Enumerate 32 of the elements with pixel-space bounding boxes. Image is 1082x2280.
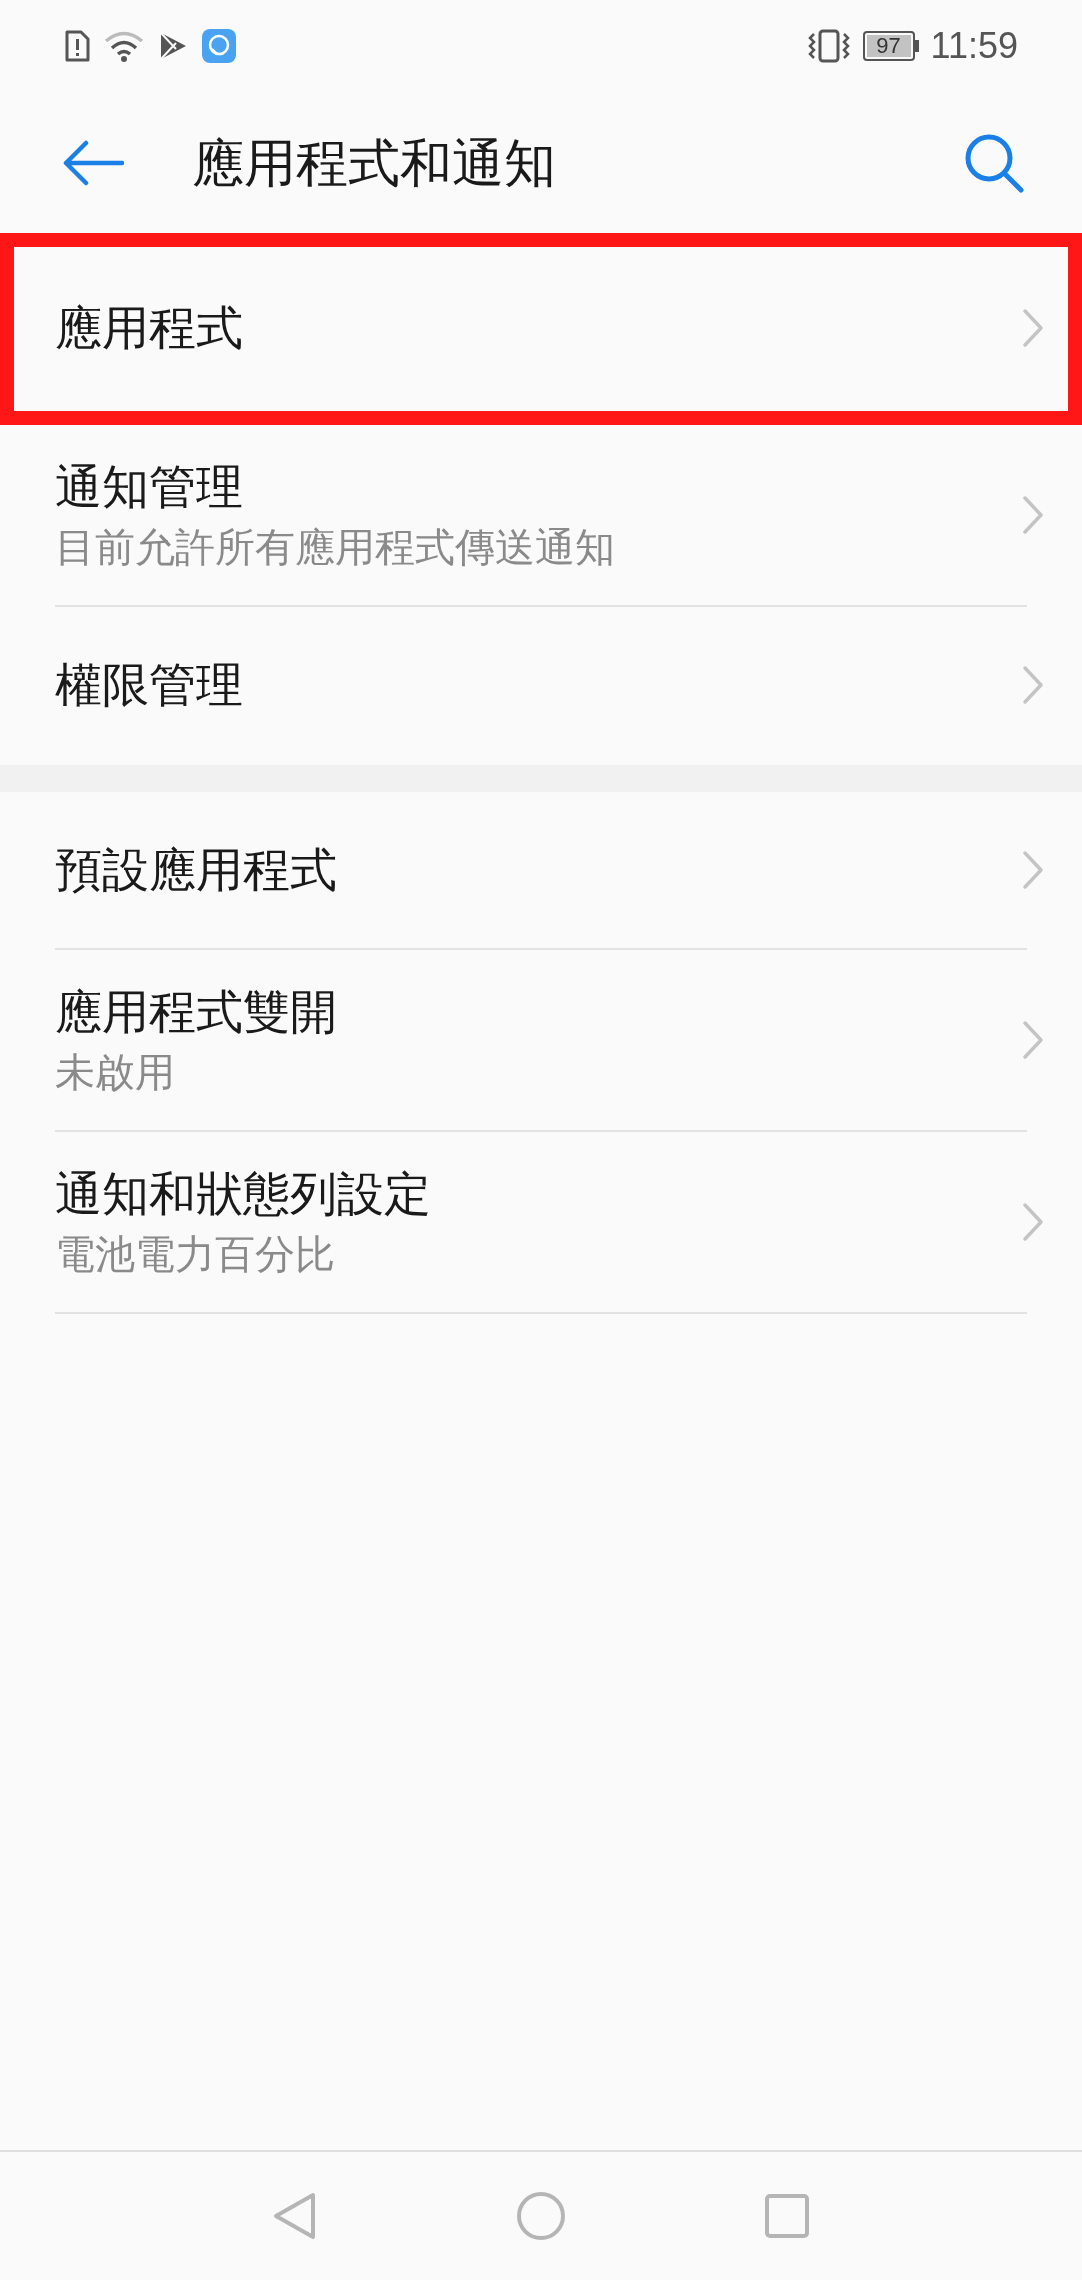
item-title: 通知和狀態列設定 bbox=[55, 1165, 431, 1222]
battery-indicator: 97 bbox=[862, 31, 919, 61]
chevron-icon bbox=[1022, 495, 1044, 535]
settings-item[interactable]: 應用程式 bbox=[0, 233, 1082, 425]
settings-item[interactable]: 預設應用程式 bbox=[0, 792, 1082, 950]
chevron-icon bbox=[1022, 850, 1044, 890]
wifi-icon bbox=[104, 30, 144, 62]
back-arrow-icon bbox=[62, 139, 124, 186]
settings-item[interactable]: 應用程式雙開 未啟用 bbox=[0, 950, 1082, 1132]
settings-item[interactable]: 通知和狀態列設定 電池電力百分比 bbox=[0, 1132, 1082, 1314]
play-store-icon bbox=[158, 31, 188, 61]
chevron-icon bbox=[1022, 1020, 1044, 1060]
item-subtitle: 目前允許所有應用程式傳送通知 bbox=[55, 524, 615, 572]
chevron-icon bbox=[1022, 665, 1044, 705]
item-title: 應用程式雙開 bbox=[55, 983, 337, 1040]
item-subtitle: 電池電力百分比 bbox=[55, 1231, 336, 1279]
chevron-icon bbox=[1022, 1202, 1044, 1242]
sim-alert-icon bbox=[64, 30, 90, 62]
item-subtitle: 未啟用 bbox=[55, 1049, 176, 1097]
item-title: 預設應用程式 bbox=[55, 841, 337, 898]
home-nav-button[interactable] bbox=[516, 2191, 566, 2241]
item-title: 應用程式 bbox=[55, 299, 243, 356]
vibrate-icon bbox=[806, 29, 851, 63]
clock-time: 11:59 bbox=[930, 24, 1018, 68]
chevron-icon bbox=[1022, 308, 1044, 348]
page-title: 應用程式和通知 bbox=[192, 132, 557, 194]
item-title: 通知管理 bbox=[55, 458, 244, 515]
recents-nav-button[interactable] bbox=[762, 2191, 812, 2241]
settings-item[interactable]: 權限管理 bbox=[0, 607, 1082, 765]
support-app-icon bbox=[202, 29, 236, 63]
item-title: 權限管理 bbox=[55, 656, 243, 713]
settings-item[interactable]: 通知管理 目前允許所有應用程式傳送通知 bbox=[0, 425, 1082, 607]
